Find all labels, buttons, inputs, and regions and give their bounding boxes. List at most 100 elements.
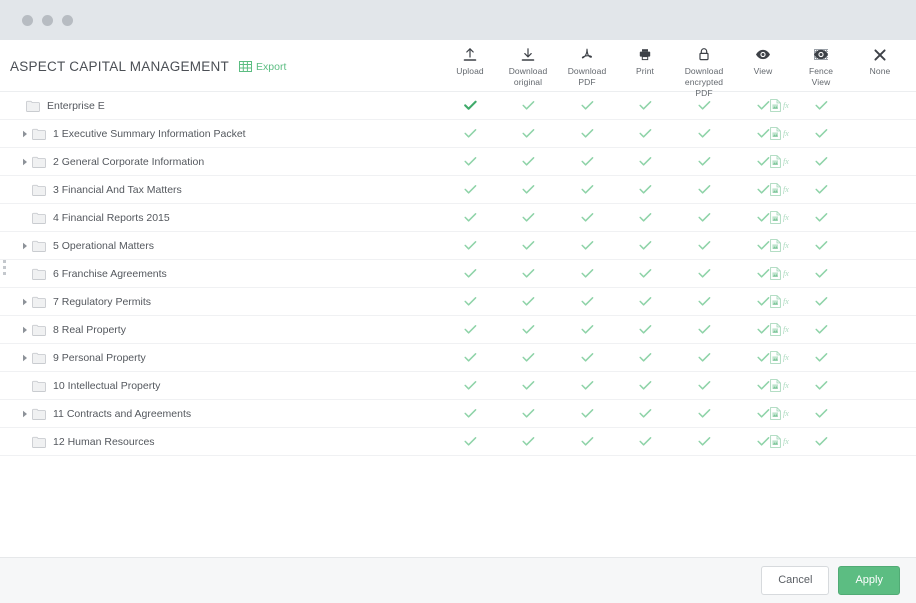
- formula-fx-icon[interactable]: fx: [783, 325, 789, 334]
- permission-check-fence_view[interactable]: [806, 204, 836, 231]
- permission-check-download_enc[interactable]: [689, 260, 719, 287]
- permission-check-download_enc[interactable]: [689, 232, 719, 259]
- toolbar-column-print[interactable]: Print: [616, 46, 674, 77]
- permission-check-download_enc[interactable]: [689, 148, 719, 175]
- permission-check-download_enc[interactable]: [689, 120, 719, 147]
- toolbar-column-upload[interactable]: Upload: [441, 46, 499, 77]
- permission-check-upload[interactable]: [455, 260, 485, 287]
- table-row[interactable]: 3 Financial And Tax Mattersfx: [0, 176, 916, 204]
- permission-check-download_orig[interactable]: [513, 344, 543, 371]
- permission-check-download_pdf[interactable]: [572, 428, 602, 455]
- permission-check-upload[interactable]: [455, 92, 485, 119]
- permission-check-print[interactable]: [630, 260, 660, 287]
- permission-check-download_orig[interactable]: [513, 92, 543, 119]
- formula-fx-icon[interactable]: fx: [783, 157, 789, 166]
- permission-check-upload[interactable]: [455, 232, 485, 259]
- permission-check-print[interactable]: [630, 344, 660, 371]
- expand-caret-icon[interactable]: [20, 353, 30, 363]
- permission-check-download_pdf[interactable]: [572, 400, 602, 427]
- document-preview-icon[interactable]: [770, 435, 781, 448]
- permission-check-print[interactable]: [630, 400, 660, 427]
- permission-check-download_orig[interactable]: [513, 316, 543, 343]
- permission-check-fence_view[interactable]: [806, 372, 836, 399]
- expand-caret-icon[interactable]: [20, 297, 30, 307]
- table-row[interactable]: Enterprise Efx: [0, 92, 916, 120]
- permission-check-upload[interactable]: [455, 120, 485, 147]
- table-row[interactable]: 8 Real Propertyfx: [0, 316, 916, 344]
- export-button[interactable]: Export: [239, 61, 286, 73]
- permission-check-download_orig[interactable]: [513, 148, 543, 175]
- permission-check-download_enc[interactable]: [689, 428, 719, 455]
- window-maximize-dot[interactable]: [62, 15, 73, 26]
- document-preview-icon[interactable]: [770, 351, 781, 364]
- document-preview-icon[interactable]: [770, 99, 781, 112]
- formula-fx-icon[interactable]: fx: [783, 241, 789, 250]
- formula-fx-icon[interactable]: fx: [783, 437, 789, 446]
- permission-check-print[interactable]: [630, 372, 660, 399]
- document-preview-icon[interactable]: [770, 379, 781, 392]
- permission-check-download_orig[interactable]: [513, 176, 543, 203]
- permission-check-download_enc[interactable]: [689, 344, 719, 371]
- permission-check-print[interactable]: [630, 204, 660, 231]
- permission-check-download_enc[interactable]: [689, 204, 719, 231]
- expand-caret-icon[interactable]: [20, 157, 30, 167]
- formula-fx-icon[interactable]: fx: [783, 297, 789, 306]
- permission-check-fence_view[interactable]: [806, 344, 836, 371]
- window-close-dot[interactable]: [22, 15, 33, 26]
- permission-check-print[interactable]: [630, 316, 660, 343]
- permission-check-download_pdf[interactable]: [572, 232, 602, 259]
- permission-check-fence_view[interactable]: [806, 120, 836, 147]
- expand-caret-icon[interactable]: [20, 409, 30, 419]
- permission-check-download_enc[interactable]: [689, 316, 719, 343]
- permission-check-download_pdf[interactable]: [572, 176, 602, 203]
- document-preview-icon[interactable]: [770, 323, 781, 336]
- document-preview-icon[interactable]: [770, 155, 781, 168]
- permission-check-fence_view[interactable]: [806, 92, 836, 119]
- permission-check-download_pdf[interactable]: [572, 120, 602, 147]
- permission-check-download_enc[interactable]: [689, 400, 719, 427]
- toolbar-column-view[interactable]: View: [734, 46, 792, 77]
- table-row[interactable]: 12 Human Resourcesfx: [0, 428, 916, 456]
- permission-check-download_pdf[interactable]: [572, 344, 602, 371]
- table-row[interactable]: 11 Contracts and Agreementsfx: [0, 400, 916, 428]
- toolbar-column-fence_view[interactable]: FenceView: [792, 46, 850, 88]
- formula-fx-icon[interactable]: fx: [783, 129, 789, 138]
- document-preview-icon[interactable]: [770, 295, 781, 308]
- permission-check-upload[interactable]: [455, 372, 485, 399]
- document-preview-icon[interactable]: [770, 127, 781, 140]
- formula-fx-icon[interactable]: fx: [783, 213, 789, 222]
- permission-check-download_enc[interactable]: [689, 176, 719, 203]
- expand-caret-icon[interactable]: [20, 325, 30, 335]
- permission-check-download_orig[interactable]: [513, 204, 543, 231]
- permission-check-download_orig[interactable]: [513, 288, 543, 315]
- permission-check-download_orig[interactable]: [513, 260, 543, 287]
- permission-check-print[interactable]: [630, 120, 660, 147]
- table-row[interactable]: 7 Regulatory Permitsfx: [0, 288, 916, 316]
- permission-check-download_pdf[interactable]: [572, 372, 602, 399]
- table-row[interactable]: 5 Operational Mattersfx: [0, 232, 916, 260]
- formula-fx-icon[interactable]: fx: [783, 381, 789, 390]
- permission-check-fence_view[interactable]: [806, 260, 836, 287]
- document-preview-icon[interactable]: [770, 407, 781, 420]
- permission-check-fence_view[interactable]: [806, 148, 836, 175]
- permission-check-download_orig[interactable]: [513, 232, 543, 259]
- expand-caret-icon[interactable]: [20, 129, 30, 139]
- permission-check-download_orig[interactable]: [513, 400, 543, 427]
- formula-fx-icon[interactable]: fx: [783, 185, 789, 194]
- table-row[interactable]: 10 Intellectual Propertyfx: [0, 372, 916, 400]
- permission-check-download_pdf[interactable]: [572, 260, 602, 287]
- table-row[interactable]: 6 Franchise Agreementsfx: [0, 260, 916, 288]
- permission-check-print[interactable]: [630, 288, 660, 315]
- formula-fx-icon[interactable]: fx: [783, 409, 789, 418]
- toolbar-column-download_pdf[interactable]: DownloadPDF: [558, 46, 616, 88]
- permission-check-download_orig[interactable]: [513, 428, 543, 455]
- permission-check-upload[interactable]: [455, 288, 485, 315]
- document-preview-icon[interactable]: [770, 267, 781, 280]
- permission-check-upload[interactable]: [455, 148, 485, 175]
- permission-check-print[interactable]: [630, 92, 660, 119]
- permission-check-fence_view[interactable]: [806, 232, 836, 259]
- permission-check-download_enc[interactable]: [689, 372, 719, 399]
- cancel-button[interactable]: Cancel: [761, 566, 829, 595]
- document-preview-icon[interactable]: [770, 239, 781, 252]
- table-row[interactable]: 2 General Corporate Informationfx: [0, 148, 916, 176]
